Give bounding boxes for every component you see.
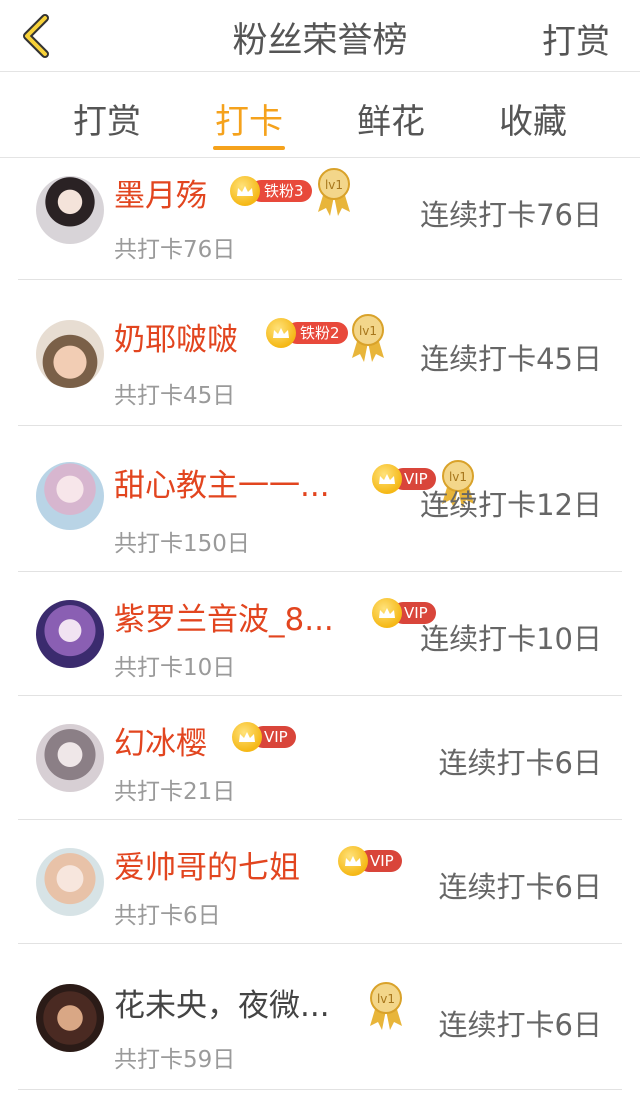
avatar[interactable] <box>36 320 104 388</box>
list-item[interactable]: 花未央，夜微... lv1 共打卡59日 连续打卡6日 <box>18 944 622 1090</box>
streak-checkins: 连续打卡6日 <box>438 1008 602 1042</box>
tab-flowers[interactable]: 鲜花 <box>336 94 446 143</box>
streak-checkins: 连续打卡6日 <box>438 746 602 780</box>
svg-text:lv1: lv1 <box>377 992 395 1006</box>
list-item[interactable]: 甜心教主一一... VIP lv1 共打卡150日 连续打卡12日 <box>18 426 622 572</box>
reward-button[interactable]: 打赏 <box>542 14 610 63</box>
user-name[interactable]: 甜心教主一一... <box>114 460 330 505</box>
total-checkins: 共打卡45日 <box>114 383 236 409</box>
total-checkins: 共打卡10日 <box>114 655 236 681</box>
fan-level-badge: 铁粉2 <box>266 318 348 348</box>
tab-checkin[interactable]: 打卡 <box>194 94 304 143</box>
avatar[interactable] <box>36 848 104 916</box>
user-name[interactable]: 奶耶啵啵 <box>114 314 238 359</box>
svg-text:lv1: lv1 <box>359 324 377 338</box>
user-name[interactable]: 爱帅哥的七姐 <box>114 842 300 887</box>
avatar[interactable] <box>36 984 104 1052</box>
user-name[interactable]: 幻冰樱 <box>114 718 207 763</box>
tab-reward[interactable]: 打赏 <box>52 94 162 143</box>
streak-checkins: 连续打卡76日 <box>420 198 602 232</box>
streak-checkins: 连续打卡10日 <box>420 622 602 656</box>
total-checkins: 共打卡59日 <box>114 1047 236 1073</box>
avatar[interactable] <box>36 176 104 244</box>
streak-checkins: 连续打卡6日 <box>438 870 602 904</box>
medal-icon: lv1 <box>318 168 350 216</box>
medal-icon: lv1 <box>352 314 384 362</box>
medal-icon: lv1 <box>370 982 402 1030</box>
list-item[interactable]: 幻冰樱 VIP 共打卡21日 连续打卡6日 <box>18 696 622 820</box>
active-tab-indicator <box>213 146 285 150</box>
svg-text:lv1: lv1 <box>325 178 343 192</box>
user-name[interactable]: 紫罗兰音波_8... <box>114 594 334 639</box>
crown-icon <box>232 722 262 752</box>
total-checkins: 共打卡76日 <box>114 237 236 263</box>
total-checkins: 共打卡150日 <box>114 531 250 557</box>
crown-icon <box>230 176 260 206</box>
total-checkins: 共打卡21日 <box>114 779 236 805</box>
list-item[interactable]: 墨月殇 铁粉3 lv1 共打卡76日 连续打卡76日 <box>18 158 622 280</box>
top-bar: 粉丝荣誉榜 打赏 <box>0 0 640 72</box>
list-item[interactable]: 爱帅哥的七姐 VIP 共打卡6日 连续打卡6日 <box>18 820 622 944</box>
crown-icon <box>372 598 402 628</box>
crown-icon <box>372 464 402 494</box>
fan-level-badge: 铁粉3 <box>230 176 312 206</box>
crown-icon <box>338 846 368 876</box>
tab-bar: 打赏 打卡 鲜花 收藏 <box>0 72 640 158</box>
avatar[interactable] <box>36 462 104 530</box>
streak-checkins: 连续打卡12日 <box>420 488 602 522</box>
user-name[interactable]: 花未央，夜微... <box>114 980 330 1025</box>
streak-checkins: 连续打卡45日 <box>420 342 602 376</box>
tab-favorites[interactable]: 收藏 <box>478 94 588 143</box>
crown-icon <box>266 318 296 348</box>
avatar[interactable] <box>36 600 104 668</box>
vip-badge: VIP <box>232 722 296 752</box>
list-item[interactable]: 奶耶啵啵 铁粉2 lv1 共打卡45日 连续打卡45日 <box>18 280 622 426</box>
avatar[interactable] <box>36 724 104 792</box>
list-item[interactable]: 紫罗兰音波_8... VIP 共打卡10日 连续打卡10日 <box>18 572 622 696</box>
vip-badge: VIP <box>338 846 402 876</box>
user-name[interactable]: 墨月殇 <box>114 170 207 215</box>
total-checkins: 共打卡6日 <box>114 903 221 929</box>
